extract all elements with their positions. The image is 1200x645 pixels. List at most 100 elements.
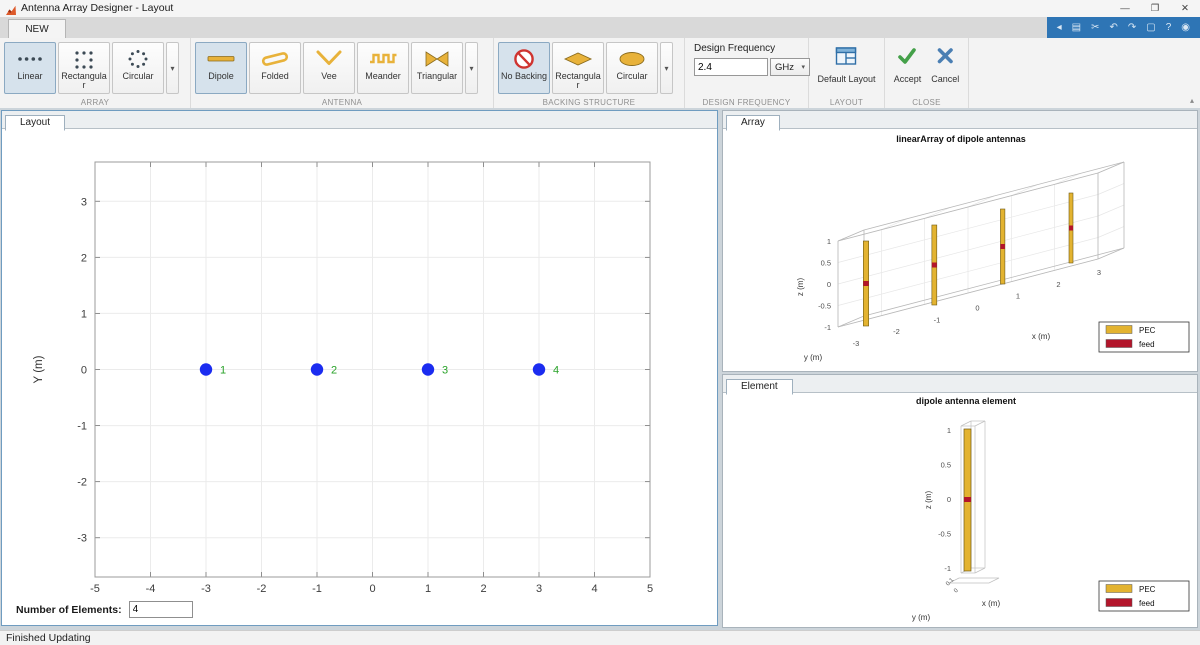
svg-text:1: 1 [425,583,431,595]
window-title: Antenna Array Designer - Layout [21,2,173,14]
svg-text:0: 0 [947,495,951,504]
backing-circular-button[interactable]: Circular [606,42,658,94]
frequency-unit-select[interactable]: GHz ▾ [770,58,810,76]
number-of-elements-input[interactable] [129,601,193,618]
window-icon[interactable]: ▢ [1146,23,1155,33]
help-icon[interactable]: ? [1166,23,1172,33]
maximize-button[interactable]: ❐ [1140,0,1170,17]
svg-text:3: 3 [1097,268,1101,277]
section-layout: Default Layout LAYOUT [809,38,885,108]
dock-icon[interactable]: ◂ [1057,23,1062,33]
antenna-meander-button[interactable]: Meander [357,42,409,94]
array-gallery-dropdown[interactable]: ▾ [166,42,179,94]
tab-new[interactable]: NEW [8,19,66,38]
close-button[interactable]: ✕ [1170,0,1200,17]
svg-text:0.1: 0.1 [945,577,956,588]
svg-text:0: 0 [81,365,87,377]
svg-text:1: 1 [827,237,831,246]
tab-element[interactable]: Element [726,379,793,395]
design-frequency-input[interactable] [694,58,768,76]
svg-text:dipole antenna element: dipole antenna element [916,396,1016,406]
antenna-vee-label: Vee [321,72,337,81]
antenna-array-designer-window: Antenna Array Designer - Layout — ❐ ✕ NE… [0,0,1200,645]
svg-text:-0.5: -0.5 [818,302,831,311]
antenna-triangular-button[interactable]: Triangular [411,42,463,94]
status-bar: Finished Updating [0,630,1200,645]
svg-text:-1: -1 [77,421,87,433]
cancel-button[interactable]: Cancel [928,41,962,84]
collapse-toolstrip-icon[interactable]: ▴ [1190,96,1194,105]
svg-text:y (m): y (m) [804,353,823,362]
section-array: Linear Rectangular Circular ▾ ARRAY [0,38,191,108]
meander-antenna-icon [366,46,400,71]
accept-button[interactable]: Accept [891,41,925,84]
svg-text:x (m): x (m) [1032,332,1051,341]
array-rectangular-button[interactable]: Rectangular [58,42,110,94]
chevron-down-icon: ▾ [664,64,668,73]
svg-text:-3: -3 [201,583,211,595]
array-circular-button[interactable]: Circular [112,42,164,94]
antenna-gallery-dropdown[interactable]: ▾ [465,42,478,94]
save-icon[interactable]: ▤ [1072,23,1081,33]
toolstrip-tab-row: NEW ◂ ▤ ✂ ↶ ↷ ▢? ◉ [0,17,1200,39]
svg-text:PEC: PEC [1139,585,1156,594]
triangular-bowtie-icon [420,46,454,71]
svg-text:feed: feed [1139,340,1155,349]
section-antenna: Dipole Folded Vee Meander [191,38,494,108]
section-array-label: ARRAY [0,98,190,107]
section-design-frequency: Design Frequency GHz ▾ DESIGN FREQUENCY [685,38,809,108]
cancel-x-icon [934,46,956,71]
linear-array-icon [15,46,45,71]
design-frequency-label: Design Frequency [694,43,810,54]
svg-text:-3: -3 [853,339,860,348]
redo-icon[interactable]: ↷ [1128,23,1136,33]
default-layout-button[interactable]: Default Layout [814,41,878,84]
svg-text:-1: -1 [934,315,941,324]
svg-text:2: 2 [331,365,337,377]
array-linear-label: Linear [17,72,42,81]
toolstrip: Linear Rectangular Circular ▾ ARRAY [0,38,1200,109]
array-panel-tabs: Array [723,111,1197,129]
backing-gallery-dropdown[interactable]: ▾ [660,42,673,94]
window-controls: — ❐ ✕ [1110,0,1200,17]
backing-rectangular-button[interactable]: Rectangular [552,42,604,94]
antenna-folded-button[interactable]: Folded [249,42,301,94]
svg-text:0: 0 [975,304,979,313]
element-3d-plot[interactable]: 10.50-0.5-10.10dipole antenna elementy (… [723,393,1197,628]
svg-text:1: 1 [1016,292,1020,301]
array-3d-plot[interactable]: 10.50-0.5-1-3-2-10123linearArray of dipo… [723,129,1197,372]
svg-text:2: 2 [480,583,486,595]
element-panel-tabs: Element [723,375,1197,393]
minimize-button[interactable]: — [1110,0,1140,17]
svg-text:-2: -2 [893,327,900,336]
section-close: Accept Cancel CLOSE [885,38,969,108]
svg-text:-2: -2 [257,583,267,595]
layout-plot[interactable]: -5-4-3-2-1012345-3-2-101231234Y (m) [2,129,717,599]
svg-text:0: 0 [827,280,831,289]
svg-text:-1: -1 [944,564,951,573]
chevron-down-icon: ▾ [801,63,805,71]
dipole-antenna-icon [204,46,238,71]
svg-text:-3: -3 [77,533,87,545]
tab-array[interactable]: Array [726,115,780,131]
backing-none-button[interactable]: No Backing [498,42,550,94]
array-linear-button[interactable]: Linear [4,42,56,94]
folded-dipole-icon [258,46,292,71]
svg-text:0: 0 [369,583,375,595]
backing-circular-label: Circular [616,72,647,81]
no-backing-icon [509,46,539,71]
svg-text:3: 3 [442,365,448,377]
section-layout-label: LAYOUT [809,98,884,107]
undo-icon[interactable]: ↶ [1109,23,1117,33]
svg-text:3: 3 [81,196,87,208]
svg-text:1: 1 [81,308,87,320]
antenna-dipole-button[interactable]: Dipole [195,42,247,94]
antenna-vee-button[interactable]: Vee [303,42,355,94]
circular-backing-icon [615,46,649,71]
tab-layout[interactable]: Layout [5,115,65,131]
resources-icon[interactable]: ◉ [1181,23,1190,33]
chevron-down-icon: ▾ [170,64,174,73]
number-of-elements-label: Number of Elements: [16,604,122,616]
cut-icon[interactable]: ✂ [1091,23,1099,33]
svg-text:0: 0 [953,587,960,594]
